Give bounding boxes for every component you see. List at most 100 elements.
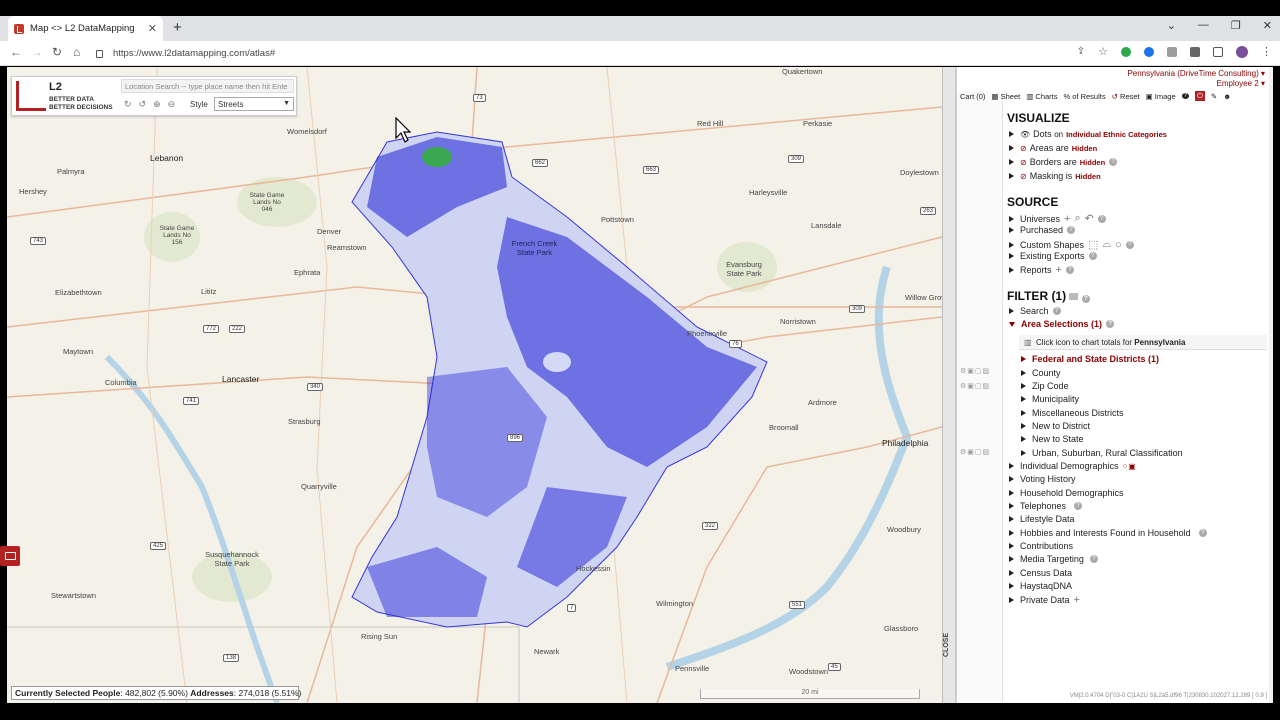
chart-icon[interactable]: ▥	[1024, 338, 1032, 347]
pencil-icon[interactable]: ✎	[1211, 92, 1217, 101]
map-canvas[interactable]: Womelsdorf Lebanon Palmyra Hershey State…	[7, 67, 942, 703]
bookmark-star-icon[interactable]: ☆	[1098, 45, 1108, 58]
help-icon[interactable]: ?	[1081, 295, 1090, 303]
filter-telephones[interactable]: Telephones?	[1009, 501, 1083, 511]
area-misc-districts[interactable]: Miscellaneous Districts	[1021, 408, 1124, 418]
help-icon[interactable]: ?	[1088, 252, 1097, 260]
help-icon[interactable]: ?	[1052, 307, 1061, 315]
visualize-borders[interactable]: ⊘ Borders are Hidden?	[1009, 157, 1118, 167]
help-icon[interactable]: ?	[1109, 158, 1118, 166]
grammarly-icon[interactable]	[1121, 46, 1131, 57]
filter-household-demographics[interactable]: Household Demographics	[1009, 488, 1124, 498]
area-federal-state-districts[interactable]: Federal and State Districts (1)	[1021, 354, 1159, 364]
help-icon[interactable]: ?	[1181, 93, 1189, 99]
chat-icon[interactable]	[0, 546, 20, 566]
source-purchased[interactable]: Purchased?	[1009, 225, 1076, 235]
source-custom-shapes[interactable]: Custom Shapes ⬚ ⌓ ○?	[1009, 238, 1134, 251]
area-zip-code[interactable]: Zip Code	[1021, 381, 1069, 391]
tab-search-icon[interactable]: ⌄	[1167, 19, 1176, 32]
sheet-button[interactable]: ▦ Sheet	[991, 92, 1020, 101]
filter-lifestyle-data[interactable]: Lifestyle Data	[1009, 514, 1075, 524]
reset-button[interactable]: ↺ Reset	[1112, 92, 1140, 101]
minimize-icon[interactable]: —	[1198, 19, 1209, 32]
help-icon[interactable]: ?	[1125, 240, 1134, 249]
power-icon[interactable]: ⏻	[1194, 91, 1205, 101]
filter-contributions[interactable]: Contributions	[1009, 541, 1073, 551]
filter-media-targeting[interactable]: Media Targeting?	[1009, 554, 1098, 564]
circle-select-icon[interactable]: ○	[1115, 239, 1122, 251]
maximize-icon[interactable]: ❐	[1231, 19, 1241, 32]
layer-icons[interactable]: ⚙▣▢▨	[960, 382, 990, 390]
refresh-icon[interactable]: ↻	[124, 99, 132, 110]
back-icon[interactable]: ←	[10, 45, 22, 59]
plus-icon[interactable]: +	[1074, 594, 1080, 606]
filter-individual-demographics[interactable]: Individual Demographics ⁘▣	[1009, 461, 1136, 471]
user-icon[interactable]: ☻	[1223, 92, 1231, 101]
menu-icon[interactable]: ⋮	[1261, 45, 1272, 58]
filter-hobbies-interests[interactable]: Hobbies and Interests Found in Household…	[1009, 528, 1207, 538]
profile-avatar-icon[interactable]	[1236, 45, 1248, 58]
area-municipality[interactable]: Municipality	[1021, 394, 1079, 404]
help-icon[interactable]: ?	[1065, 266, 1074, 274]
help-icon[interactable]: ?	[1074, 502, 1083, 510]
share-icon[interactable]: ⇪	[1077, 46, 1085, 57]
filter-note-icon[interactable]	[1069, 293, 1079, 300]
help-icon[interactable]: ?	[1198, 529, 1207, 537]
layer-icons[interactable]: ⚙▣▢▨	[960, 367, 990, 375]
visualize-masking[interactable]: ⊘ Masking is Hidden	[1009, 171, 1101, 181]
filter-census-data[interactable]: Census Data	[1009, 568, 1072, 578]
help-icon[interactable]: ?	[1067, 226, 1076, 234]
new-tab-icon[interactable]: +	[173, 19, 182, 36]
url-field[interactable]: https://www.l2datamapping.com/atlas#	[96, 44, 1156, 63]
filter-private-data[interactable]: Private Data +	[1009, 594, 1080, 606]
forward-icon[interactable]: →	[31, 45, 43, 59]
window-close-icon[interactable]: ✕	[1263, 19, 1272, 32]
help-icon[interactable]: ?	[1106, 320, 1115, 328]
sidebar-icon[interactable]	[1213, 46, 1223, 57]
area-urban-suburban-rural[interactable]: Urban, Suburban, Rural Classification	[1021, 448, 1183, 458]
demographics-icon[interactable]: ⁘▣	[1122, 462, 1136, 471]
filter-haystaqdna[interactable]: HaystaqDNA	[1009, 581, 1072, 591]
help-icon[interactable]: ?	[1097, 214, 1106, 223]
zoom-out-icon[interactable]: ⊖	[168, 99, 176, 110]
zoom-in-icon[interactable]: ⊕	[153, 99, 161, 110]
filter-area-selections[interactable]: Area Selections (1)?	[1009, 319, 1115, 329]
panel-divider[interactable]	[942, 67, 956, 703]
source-universes[interactable]: Universes + ⌕ ↶?	[1009, 212, 1106, 225]
layer-icons[interactable]: ⚙▣▢▨	[960, 448, 990, 456]
plus-icon[interactable]: +	[1056, 264, 1062, 276]
plus-icon[interactable]: +	[1064, 213, 1070, 225]
source-existing-exports[interactable]: Existing Exports?	[1009, 251, 1097, 261]
zoom-extension-icon[interactable]	[1144, 46, 1154, 57]
undo-icon[interactable]: ↺	[139, 99, 147, 110]
location-search-input[interactable]: Location Search -- type place name then …	[121, 79, 294, 93]
percent-results-button[interactable]: % of Results	[1064, 92, 1106, 101]
home-icon[interactable]: ⌂	[73, 45, 80, 59]
area-county[interactable]: County	[1021, 368, 1061, 378]
visualize-dots[interactable]: 👁 Dots on Individual Ethnic Categories	[1009, 129, 1167, 139]
filter-search[interactable]: Search?	[1009, 306, 1061, 316]
browser-tab[interactable]: Map <> L2 DataMapping ✕	[8, 16, 163, 41]
style-select[interactable]: Streets ▼	[214, 97, 294, 111]
visualize-areas[interactable]: ⊘ Areas are Hidden	[1009, 143, 1097, 153]
source-reports[interactable]: Reports +?	[1009, 264, 1074, 276]
image-button[interactable]: ▣ Image	[1146, 92, 1176, 101]
lasso-icon[interactable]: ⌓	[1102, 238, 1111, 251]
help-icon[interactable]: ?	[1089, 555, 1098, 563]
undo-icon[interactable]: ↶	[1085, 212, 1094, 225]
expand-triangle-icon	[1009, 131, 1014, 137]
area-new-to-state[interactable]: New to State	[1021, 434, 1084, 444]
filter-voting-history[interactable]: Voting History	[1009, 474, 1076, 484]
extension-icon[interactable]	[1167, 46, 1177, 57]
reload-icon[interactable]: ↻	[52, 45, 62, 59]
cart-button[interactable]: Cart (0)	[960, 92, 985, 101]
account-info[interactable]: Pennsylvania (DriveTime Consulting) ▾ Em…	[1127, 69, 1265, 89]
area-new-to-district[interactable]: New to District	[1021, 421, 1090, 431]
panel-scrollbar[interactable]	[1269, 67, 1273, 703]
puzzle-icon[interactable]	[1190, 46, 1200, 57]
close-panel-button[interactable]: CLOSE	[943, 623, 955, 667]
search-icon[interactable]: ⌕	[1074, 212, 1080, 225]
rectangle-select-icon[interactable]: ⬚	[1088, 238, 1098, 251]
tab-close-icon[interactable]: ✕	[148, 22, 157, 35]
charts-button[interactable]: ▥ Charts	[1026, 92, 1057, 101]
